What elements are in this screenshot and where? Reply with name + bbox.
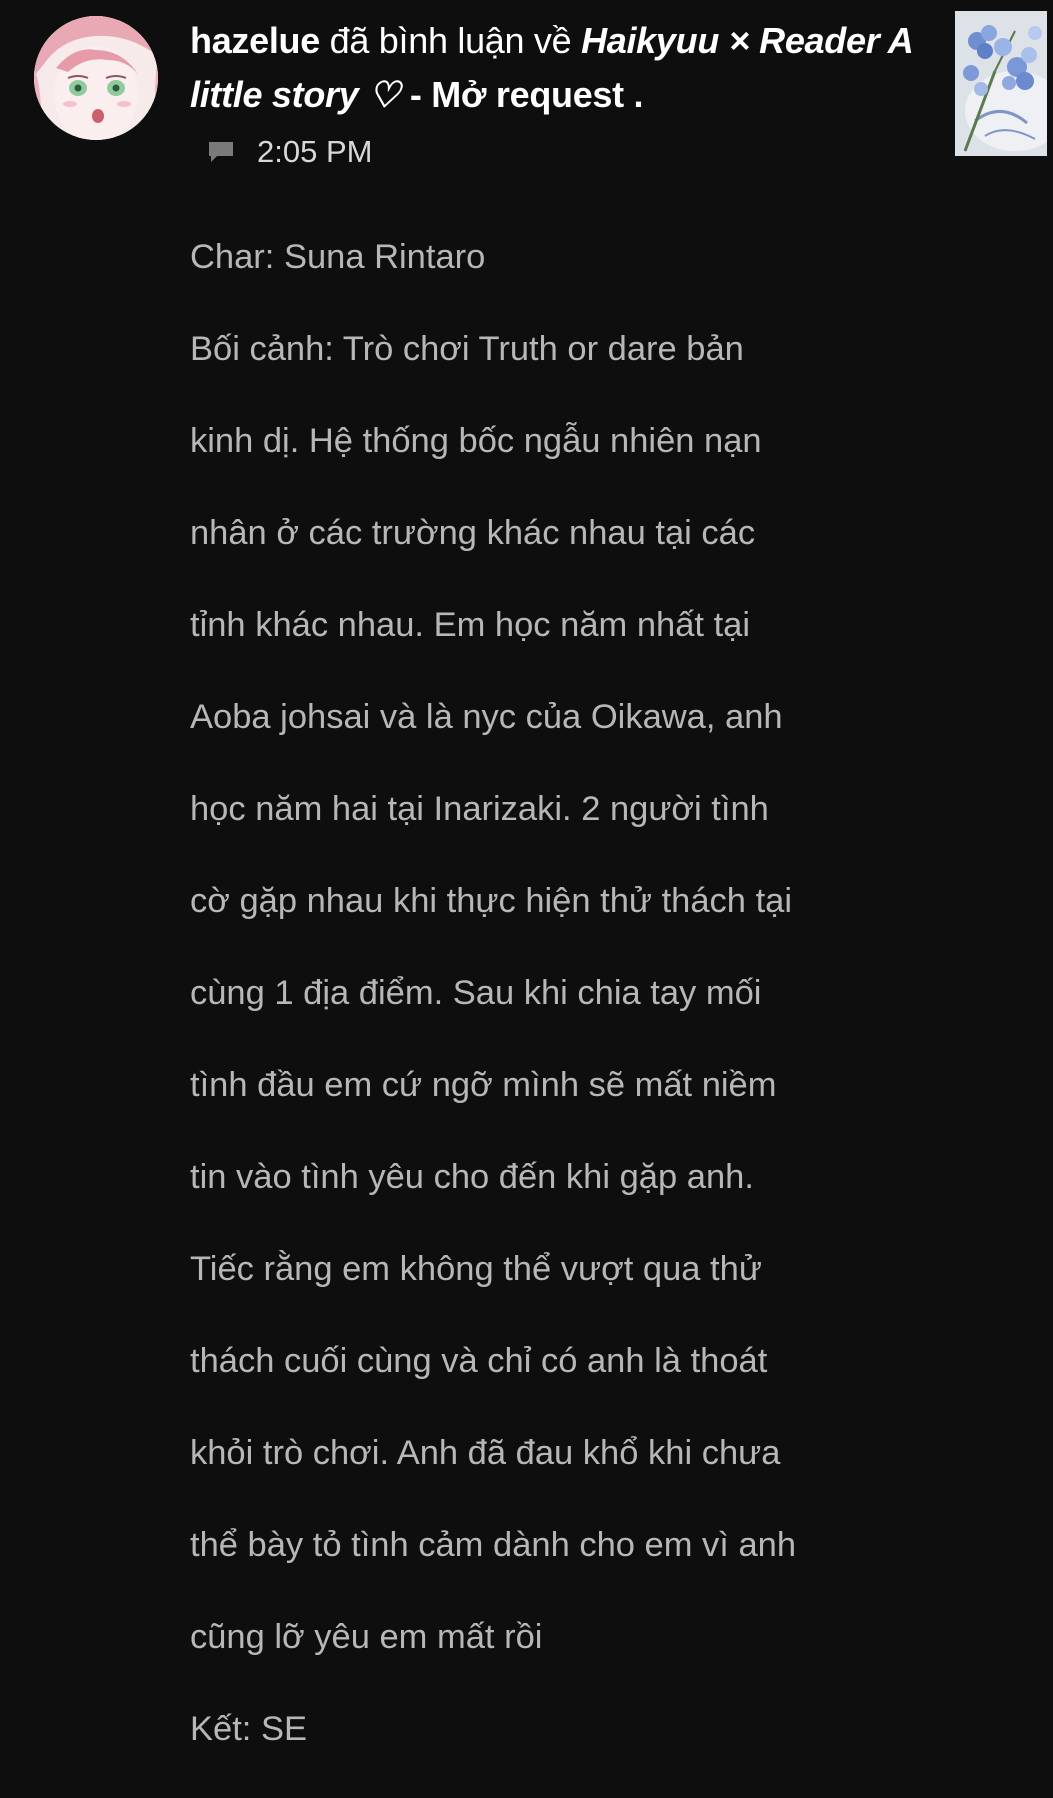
comment-line: Kết: SE bbox=[190, 1710, 307, 1748]
chapter-title-link[interactable]: Mở request bbox=[431, 74, 624, 115]
comment-line: thách cuối cùng và chỉ có anh là thoát bbox=[190, 1342, 768, 1380]
notification-meta: 2:05 PM bbox=[207, 130, 372, 174]
comment-line: Char: Suna Rintaro bbox=[190, 238, 486, 276]
comment-line: cùng 1 địa điểm. Sau khi chia tay mối bbox=[190, 974, 762, 1012]
comment-line: cờ gặp nhau khi thực hiện thử thách tại bbox=[190, 882, 793, 920]
action-text: đã bình luận về bbox=[319, 20, 582, 61]
notification-header[interactable]: hazelue đã bình luận về Haikyuu × Reader… bbox=[190, 14, 930, 122]
comment-line: Bối cảnh: Trò chơi Truth or dare bản bbox=[190, 330, 744, 368]
comment-icon bbox=[207, 140, 235, 164]
comment-line: học năm hai tại Inarizaki. 2 người tình bbox=[190, 790, 769, 828]
comment-line: thể bày tỏ tình cảm dành cho em vì anh bbox=[190, 1526, 797, 1564]
comment-line: khỏi trò chơi. Anh đã đau khổ khi chưa bbox=[190, 1434, 781, 1472]
comment-line: nhân ở các trường khác nhau tại các bbox=[190, 514, 756, 552]
story-cover-thumbnail[interactable] bbox=[955, 11, 1047, 156]
comment-line: Tiếc rằng em không thể vượt qua thử bbox=[190, 1250, 762, 1288]
comment-line: kinh dị. Hệ thống bốc ngẫu nhiên nạn bbox=[190, 422, 762, 460]
timestamp: 2:05 PM bbox=[257, 134, 373, 169]
comment-line: tỉnh khác nhau. Em học năm nhất tại bbox=[190, 606, 751, 644]
title-trailing: . bbox=[623, 74, 644, 115]
username-link[interactable]: hazelue bbox=[190, 20, 320, 61]
title-separator: - bbox=[400, 74, 432, 115]
comment-body[interactable]: Char: Suna Rintaro Bối cảnh: Trò chơi Tr… bbox=[190, 188, 920, 1798]
comment-line: tin vào tình yêu cho đến khi gặp anh. bbox=[190, 1158, 754, 1196]
comment-line: Aoba johsai và là nyc của Oikawa, anh bbox=[190, 698, 783, 736]
comment-line: tình đầu em cứ ngỡ mình sẽ mất niềm bbox=[190, 1066, 777, 1104]
comment-line: cũng lỡ yêu em mất rồi bbox=[190, 1618, 543, 1656]
user-avatar[interactable] bbox=[34, 16, 158, 140]
